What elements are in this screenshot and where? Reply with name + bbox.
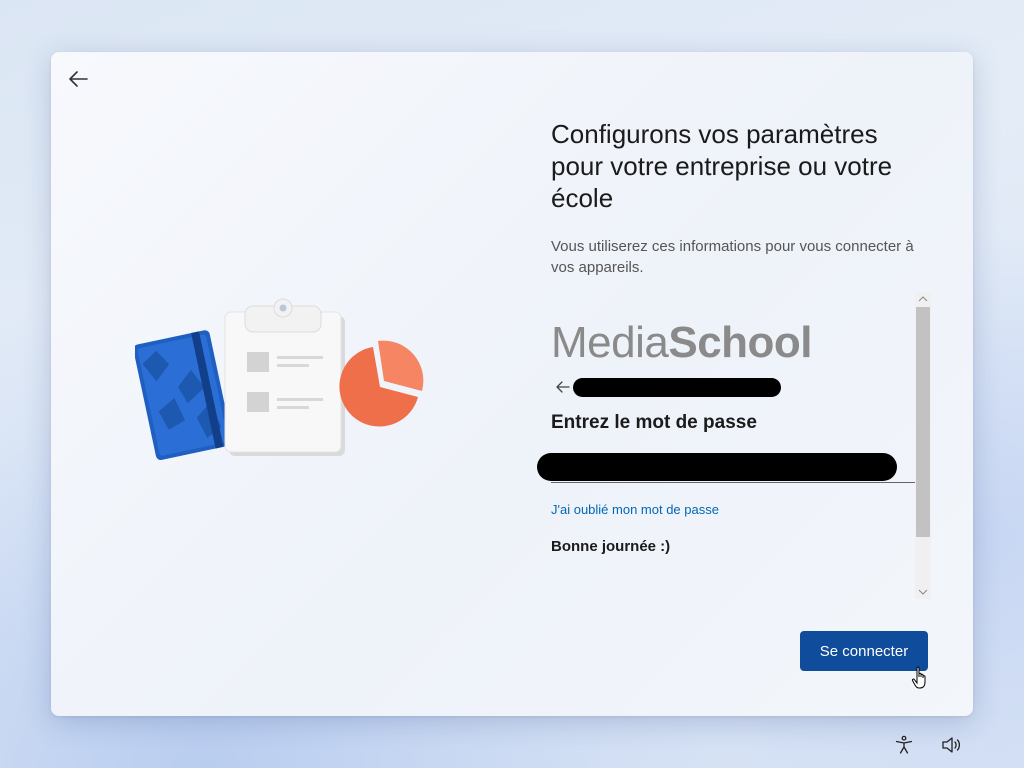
- back-button[interactable]: [65, 66, 91, 92]
- page-subtitle: Vous utiliserez ces informations pour vo…: [551, 238, 914, 276]
- identity-back-button[interactable]: [551, 376, 575, 398]
- signin-scrollbar[interactable]: [915, 292, 931, 599]
- notebook-icon: [135, 330, 233, 461]
- identity-row: [551, 376, 791, 398]
- redacted-password: [537, 453, 897, 481]
- volume-icon: [942, 737, 961, 753]
- redacted-identity: [573, 378, 781, 397]
- setup-content: Configurons vos paramètres pour votre en…: [551, 118, 951, 278]
- org-logo: MediaSchool: [551, 318, 813, 368]
- scroll-thumb[interactable]: [916, 307, 930, 537]
- password-input[interactable]: [537, 452, 915, 483]
- password-heading: Entrez le mot de passe: [551, 412, 757, 433]
- signin-frame: MediaSchool Entrez le mot de passe J'ai …: [537, 292, 933, 599]
- scroll-down-icon[interactable]: [915, 585, 931, 599]
- oobe-window: Configurons vos paramètres pour votre en…: [51, 52, 973, 716]
- back-arrow-icon: [69, 71, 88, 87]
- work-school-illustration: [135, 298, 424, 461]
- clipboard-icon: [224, 298, 345, 456]
- forgot-password-link[interactable]: J'ai oublié mon mot de passe: [551, 502, 719, 517]
- back-arrow-icon: [556, 381, 570, 393]
- hand-cursor-icon: [911, 666, 926, 689]
- accessibility-icon: [895, 735, 913, 754]
- page-title: Configurons vos paramètres pour votre en…: [551, 119, 893, 213]
- pie-chart-icon: [339, 340, 424, 427]
- volume-button[interactable]: [941, 734, 963, 756]
- sign-in-button[interactable]: Se connecter: [800, 631, 928, 671]
- accessibility-button[interactable]: [893, 734, 915, 756]
- greeting-text: Bonne journée :): [551, 538, 671, 555]
- logo-part-media: Media: [551, 318, 669, 367]
- logo-part-school: School: [668, 318, 813, 367]
- scroll-up-icon[interactable]: [915, 292, 931, 306]
